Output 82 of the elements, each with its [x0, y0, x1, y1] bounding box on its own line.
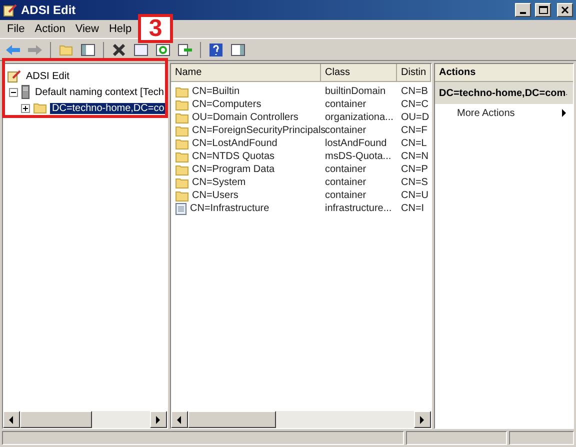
folder-icon — [175, 176, 189, 188]
table-cell: container — [325, 99, 366, 110]
scroll-thumb[interactable] — [188, 411, 276, 428]
server-icon — [21, 85, 30, 99]
table-cell: OU=D — [401, 112, 430, 123]
column-header[interactable]: Name — [171, 64, 321, 82]
menu-item[interactable]: Help — [104, 23, 137, 35]
maximize-icon — [538, 6, 548, 14]
table-cell: CN=L — [401, 138, 427, 149]
plus-icon — [22, 104, 29, 112]
window-title: ADSI Edit — [21, 3, 77, 17]
table-cell: lostAndFound — [325, 138, 387, 149]
left-arrow-icon — [9, 416, 14, 424]
minimize-button[interactable] — [515, 3, 531, 17]
close-button[interactable] — [557, 3, 573, 17]
table-cell: CN=Computers — [192, 99, 262, 110]
menu-item[interactable]: Action — [30, 23, 70, 35]
scroll-left-button[interactable] — [3, 411, 20, 428]
table-cell: msDS-Quota... — [325, 151, 392, 162]
folder-icon — [175, 150, 189, 162]
folder-icon — [59, 44, 73, 56]
status-bar-panel — [509, 431, 574, 445]
table-cell: container — [325, 177, 366, 188]
document-icon — [175, 202, 187, 214]
action-item[interactable]: More Actions — [435, 104, 573, 122]
step-callout: 3 — [138, 14, 173, 43]
scroll-thumb[interactable] — [20, 411, 92, 428]
table-cell: container — [325, 125, 366, 136]
table-cell: infrastructure... — [325, 203, 392, 214]
tree-item[interactable]: DC=techno-home,DC=co — [50, 102, 166, 114]
table-cell: CN=LostAndFound — [192, 138, 278, 149]
table-cell: container — [325, 190, 366, 201]
table-cell: CN=B — [401, 86, 428, 97]
edit-icon — [3, 3, 17, 17]
folder-icon — [175, 112, 189, 124]
submenu-arrow-icon — [562, 109, 567, 117]
actions-header: Actions — [435, 64, 573, 82]
folder-icon — [175, 138, 189, 150]
table-cell: CN=System — [192, 177, 246, 188]
edit-icon — [7, 69, 21, 83]
folder-icon — [33, 102, 47, 114]
menu-item[interactable]: View — [70, 23, 104, 35]
table-cell: builtinDomain — [325, 86, 386, 97]
table-cell: organizationa... — [325, 112, 394, 123]
tree-item[interactable]: Default naming context [Tech — [33, 86, 166, 98]
table-cell: CN=Builtin — [192, 86, 240, 97]
tree-item[interactable]: ADSI Edit — [24, 70, 72, 82]
table-cell: CN=ForeignSecurityPrincipals — [192, 125, 326, 136]
scroll-left-button[interactable] — [171, 411, 188, 428]
close-icon — [561, 6, 569, 14]
column-header[interactable]: Class — [321, 64, 397, 82]
table-cell: container — [325, 164, 366, 175]
table-cell: OU=Domain Controllers — [192, 112, 298, 123]
folder-icon — [175, 98, 189, 110]
table-cell: CN=U — [401, 190, 429, 201]
table-cell: CN=Users — [192, 190, 238, 201]
maximize-button[interactable] — [535, 3, 551, 17]
right-arrow-icon — [156, 416, 161, 424]
scroll-right-button[interactable] — [414, 411, 431, 428]
menu-item[interactable]: File — [2, 23, 30, 35]
left-arrow-icon — [177, 416, 182, 424]
actions-section-header[interactable]: DC=techno-home,DC=com — [435, 82, 573, 104]
table-cell: CN=S — [401, 177, 428, 188]
column-header[interactable]: Distin — [397, 64, 431, 82]
table-cell: CN=P — [401, 164, 428, 175]
table-cell: CN=Program Data — [192, 164, 275, 175]
table-cell: CN=Infrastructure — [190, 203, 270, 214]
folder-icon — [175, 190, 189, 202]
table-cell: CN=C — [401, 99, 429, 110]
right-arrow-icon — [420, 416, 425, 424]
folder-icon — [175, 164, 189, 176]
expand-toggle[interactable] — [9, 88, 18, 96]
table-cell: CN=I — [401, 203, 424, 214]
folder-icon — [175, 124, 189, 136]
table-cell: CN=F — [401, 125, 428, 136]
scroll-right-button[interactable] — [150, 411, 167, 428]
expand-toggle[interactable] — [21, 104, 30, 112]
table-cell: CN=N — [401, 151, 429, 162]
folder-icon — [175, 86, 189, 98]
table-cell: CN=NTDS Quotas — [192, 151, 275, 162]
horizontal-scrollbar[interactable] — [3, 411, 167, 428]
horizontal-scrollbar[interactable] — [171, 411, 431, 428]
